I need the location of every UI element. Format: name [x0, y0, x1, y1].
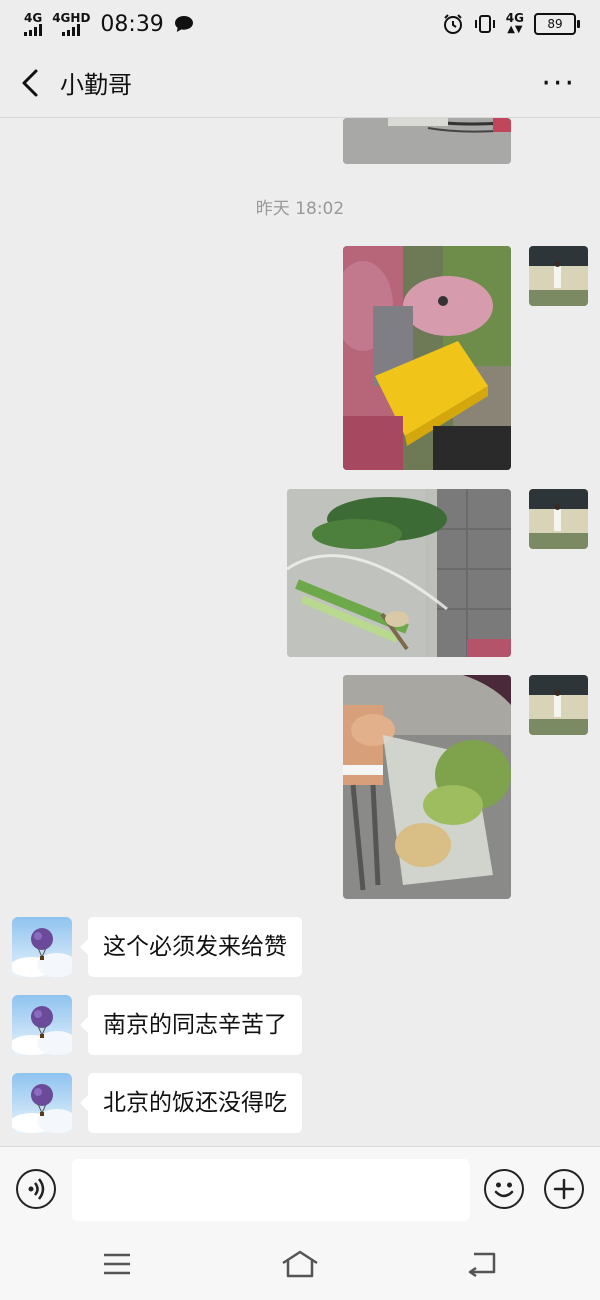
- contact-avatar[interactable]: [12, 917, 72, 977]
- signal-bars-icon: [62, 24, 81, 36]
- message-input[interactable]: [72, 1159, 470, 1221]
- chat-photo-sent-1[interactable]: [343, 246, 511, 470]
- incoming-message-bubble[interactable]: 南京的同志辛苦了: [80, 995, 302, 1055]
- more-options-button[interactable]: ···: [541, 66, 576, 101]
- vibrate-icon: [474, 15, 495, 33]
- signal-3: 4G ▲▼: [505, 11, 524, 35]
- balloon-icon: [12, 1006, 72, 1055]
- chat-title: 小勤哥: [60, 71, 132, 99]
- system-nav-bar: [0, 1230, 600, 1300]
- photo-image: [343, 118, 511, 164]
- chat-photo-sent-2[interactable]: [287, 489, 511, 657]
- incoming-message-bubble[interactable]: 北京的饭还没得吃: [80, 1073, 302, 1133]
- voice-button[interactable]: [16, 1169, 56, 1209]
- balloon-icon: [12, 1084, 72, 1133]
- signal-1: 4G: [24, 12, 42, 36]
- emoji-icon: [494, 1182, 514, 1198]
- photo-image: [287, 489, 511, 657]
- home-icon[interactable]: [280, 1248, 320, 1280]
- avatar-image: [529, 489, 588, 549]
- chat-bubble-icon: [174, 16, 193, 32]
- my-avatar[interactable]: [529, 675, 588, 735]
- menu-icon[interactable]: [102, 1250, 132, 1278]
- chat-photo-sent-3[interactable]: [343, 675, 511, 899]
- photo-image: [343, 246, 511, 470]
- chevron-left-icon[interactable]: [18, 68, 46, 98]
- chat-photo-previous[interactable]: [343, 118, 511, 164]
- contact-avatar[interactable]: [12, 995, 72, 1055]
- status-right: 4G ▲▼ 89: [442, 11, 580, 36]
- alarm-icon: [443, 14, 462, 34]
- network-type-1: 4G: [24, 11, 43, 25]
- more-functions-button[interactable]: [544, 1169, 584, 1209]
- avatar-image: [529, 675, 588, 735]
- network-type-2: 4GHD: [52, 11, 91, 25]
- my-avatar[interactable]: [529, 246, 588, 306]
- incoming-message-bubble[interactable]: 这个必须发来给赞: [80, 917, 302, 977]
- photo-image: [343, 675, 511, 899]
- voice-icon: [28, 1178, 45, 1200]
- contact-avatar[interactable]: [12, 1073, 72, 1133]
- emoji-button[interactable]: [484, 1169, 524, 1209]
- balloon-icon: [12, 928, 72, 977]
- chat-header: 小勤哥 ···: [0, 48, 600, 118]
- message-input-bar: [0, 1146, 600, 1231]
- signal-bars-icon: [24, 24, 43, 36]
- status-left: 4G 4GHD 08:39: [24, 12, 194, 37]
- my-avatar[interactable]: [529, 489, 588, 549]
- message-timestamp: 昨天 18:02: [255, 199, 345, 219]
- plus-icon: [553, 1178, 575, 1200]
- avatar-image: [529, 246, 588, 306]
- clock: 08:39: [100, 11, 164, 37]
- back-icon[interactable]: [466, 1248, 498, 1280]
- network-type-3: 4G: [505, 11, 524, 25]
- status-bar: 4G 4GHD 08:39 4G ▲▼ 89: [0, 0, 600, 48]
- battery-indicator: 89: [534, 13, 580, 35]
- signal-2: 4GHD: [52, 12, 90, 36]
